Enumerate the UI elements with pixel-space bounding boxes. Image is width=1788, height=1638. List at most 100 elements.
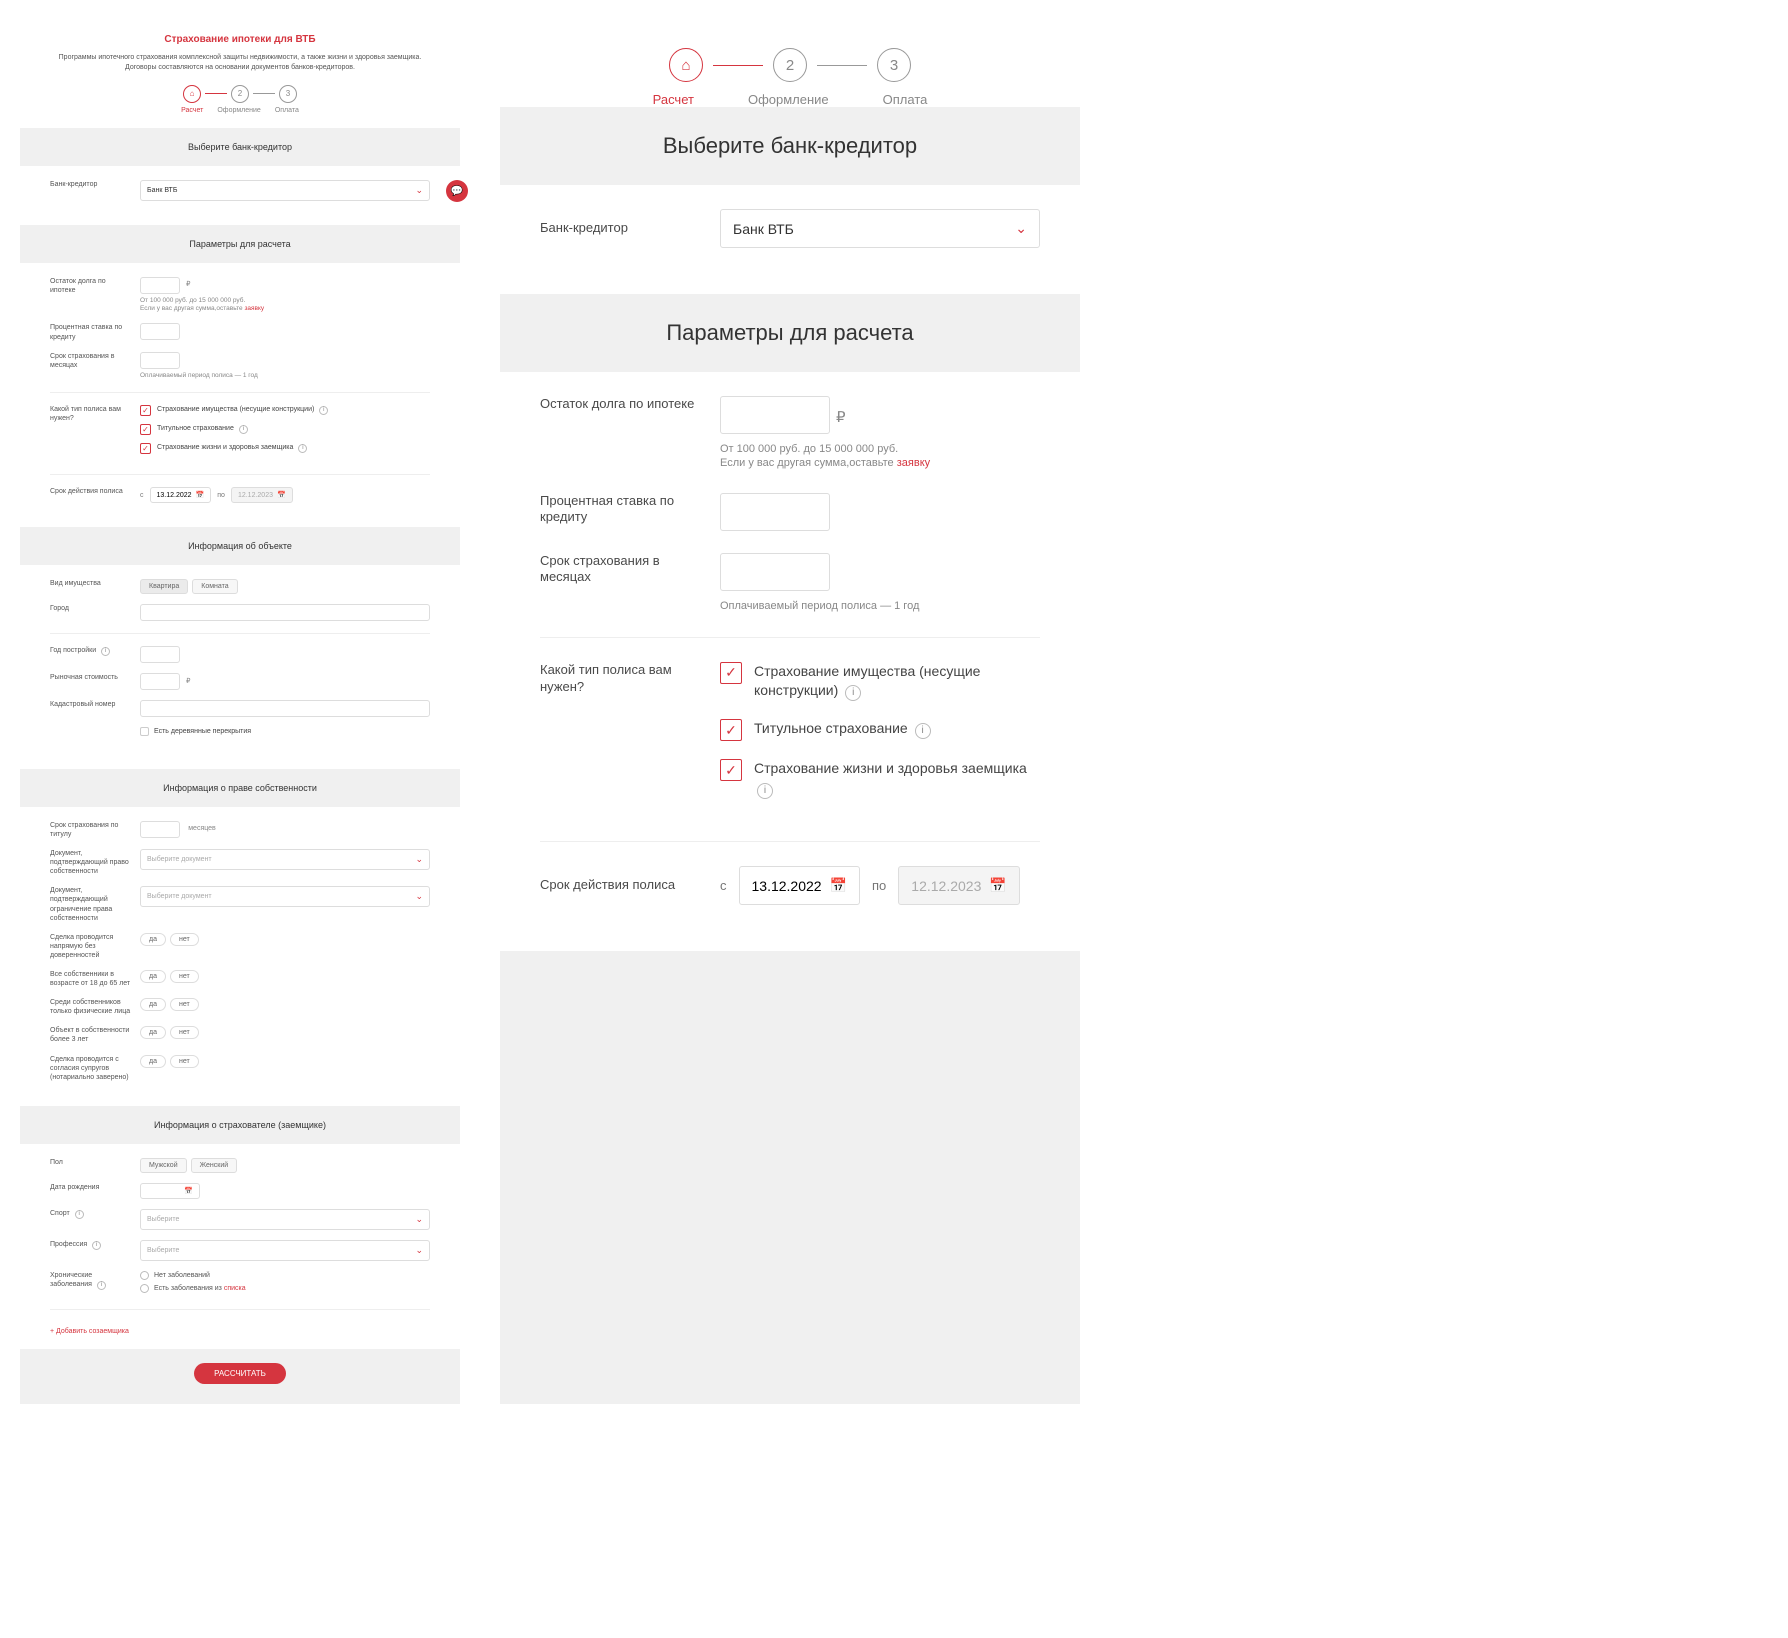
term-input-zoom[interactable] [720, 553, 830, 591]
calculate-button[interactable]: РАССЧИТАТЬ [194, 1363, 286, 1384]
info-icon[interactable]: i [97, 1281, 106, 1290]
params-card-zoom: Остаток долга по ипотеке ₽ От 100 000 ру… [500, 372, 1080, 951]
city-input[interactable] [140, 604, 430, 621]
q1-no[interactable]: нет [170, 933, 199, 946]
date-from-zoom[interactable]: 13.12.2022📅 [739, 866, 861, 905]
calendar-icon: 📅 [277, 491, 286, 499]
doc1-select[interactable]: Выберите документ⌄ [140, 849, 430, 870]
chevron-down-icon: ⌄ [415, 891, 423, 902]
gender-female[interactable]: Женский [191, 1158, 238, 1173]
chevron-down-icon: ⌄ [415, 185, 423, 196]
bank-select[interactable]: Банк ВТБ ⌄ [140, 180, 430, 201]
lead-text: Программы ипотечного страхования комплек… [50, 53, 430, 73]
bank-card: Банк-кредитор Банк ВТБ ⌄ [20, 166, 460, 225]
check-property-zoom[interactable]: ✓ [720, 662, 742, 684]
ownership-card: Срок страхования по титулу месяцев Докум… [20, 807, 460, 1106]
calendar-icon: 📅 [830, 877, 847, 894]
q3-no[interactable]: нет [170, 998, 199, 1011]
right-zoom: 2 3 Расчет Оформление Оплата Выберите ба… [500, 20, 1080, 1404]
step-2-circle: 2 [773, 48, 807, 82]
date-to: 12.12.2023📅 [231, 487, 293, 503]
request-link-zoom[interactable]: заявку [897, 457, 930, 469]
q2-no[interactable]: нет [170, 970, 199, 983]
sport-select[interactable]: Выберите⌄ [140, 1209, 430, 1230]
year-input[interactable] [140, 646, 180, 663]
title-term-input[interactable] [140, 821, 180, 838]
info-icon[interactable]: i [101, 647, 110, 656]
info-icon[interactable]: i [319, 406, 328, 415]
q4-no[interactable]: нет [170, 1026, 199, 1039]
step-2-circle: 2 [231, 85, 249, 103]
chat-fab[interactable]: 💬 [446, 180, 468, 202]
check-life-zoom[interactable]: ✓ [720, 759, 742, 781]
chevron-down-icon: ⌄ [415, 854, 423, 865]
ownership-heading: Информация о праве собственности [20, 783, 460, 793]
rate-input-zoom[interactable] [720, 493, 830, 531]
dob-input[interactable]: 📅 [140, 1183, 200, 1199]
bank-select-zoom[interactable]: Банк ВТБ ⌄ [720, 209, 1040, 248]
insured-card: ПолМужскойЖенский Дата рождения📅 Спорт i… [20, 1144, 460, 1349]
info-icon[interactable]: i [298, 444, 307, 453]
cadastral-input[interactable] [140, 700, 430, 717]
params-heading: Параметры для расчета [20, 239, 460, 249]
calendar-icon: 📅 [989, 877, 1006, 894]
params-heading-zoom: Параметры для расчета [500, 320, 1080, 346]
gender-male[interactable]: Мужской [140, 1158, 187, 1173]
step-1-circle [183, 85, 201, 103]
request-link[interactable]: заявку [244, 305, 264, 312]
bank-heading: Выберите банк-кредитор [20, 142, 460, 152]
info-icon[interactable]: i [75, 1210, 84, 1219]
left-overview: Страхование ипотеки для ВТБ Программы ип… [20, 20, 460, 1404]
step-line-2 [253, 93, 275, 94]
rate-input[interactable] [140, 323, 180, 340]
insured-heading: Информация о страхователе (заемщике) [20, 1120, 460, 1130]
step-labels-zoom: Расчет Оформление Оплата [500, 92, 1080, 107]
check-property[interactable]: ✓ [140, 405, 151, 416]
info-icon[interactable]: i [92, 1241, 101, 1250]
seg-room[interactable]: Комната [192, 579, 237, 594]
step-3-circle: 3 [877, 48, 911, 82]
steps-zoom: 2 3 [500, 48, 1080, 82]
balance-input-zoom[interactable] [720, 396, 830, 434]
q2-yes[interactable]: да [140, 970, 166, 983]
chevron-down-icon: ⌄ [415, 1245, 423, 1256]
info-icon[interactable]: i [845, 685, 861, 701]
object-heading: Информация об объекте [20, 541, 460, 551]
chronic-yes-radio[interactable] [140, 1284, 149, 1293]
step-labels: Расчет Оформление Оплата [50, 107, 430, 114]
chevron-down-icon: ⌄ [1015, 220, 1027, 237]
check-title[interactable]: ✓ [140, 424, 151, 435]
step-line-1 [713, 65, 763, 66]
header-card: Страхование ипотеки для ВТБ Программы ип… [20, 20, 460, 128]
add-coborrower[interactable]: + Добавить созаемщика [50, 1328, 129, 1335]
calendar-icon: 📅 [196, 491, 205, 499]
q1-yes[interactable]: да [140, 933, 166, 946]
step-3-circle: 3 [279, 85, 297, 103]
q4-yes[interactable]: да [140, 1026, 166, 1039]
calendar-icon: 📅 [184, 1187, 193, 1195]
date-from[interactable]: 13.12.2022📅 [150, 487, 212, 503]
q5-yes[interactable]: да [140, 1055, 166, 1068]
balance-input[interactable] [140, 277, 180, 294]
info-icon[interactable]: i [239, 425, 248, 434]
seg-apartment[interactable]: Квартира [140, 579, 188, 594]
step-line-1 [205, 93, 227, 94]
q3-yes[interactable]: да [140, 998, 166, 1011]
info-icon[interactable]: i [757, 783, 773, 799]
q5-no[interactable]: нет [170, 1055, 199, 1068]
bank-card-zoom: Банк-кредитор Банк ВТБ ⌄ [500, 185, 1080, 294]
steps: 2 3 [50, 85, 430, 103]
profession-select[interactable]: Выберите⌄ [140, 1240, 430, 1261]
chevron-down-icon: ⌄ [415, 1214, 423, 1225]
bank-heading-zoom: Выберите банк-кредитор [500, 133, 1080, 159]
check-life[interactable]: ✓ [140, 443, 151, 454]
chronic-no-radio[interactable] [140, 1271, 149, 1280]
object-card: Вид имущества Квартира Комната Город Год… [20, 565, 460, 769]
term-input[interactable] [140, 352, 180, 369]
wood-check[interactable] [140, 727, 149, 736]
doc2-select[interactable]: Выберите документ⌄ [140, 886, 430, 907]
chronic-list-link[interactable]: списка [224, 1285, 246, 1292]
check-title-zoom[interactable]: ✓ [720, 719, 742, 741]
info-icon[interactable]: i [915, 723, 931, 739]
market-input[interactable] [140, 673, 180, 690]
